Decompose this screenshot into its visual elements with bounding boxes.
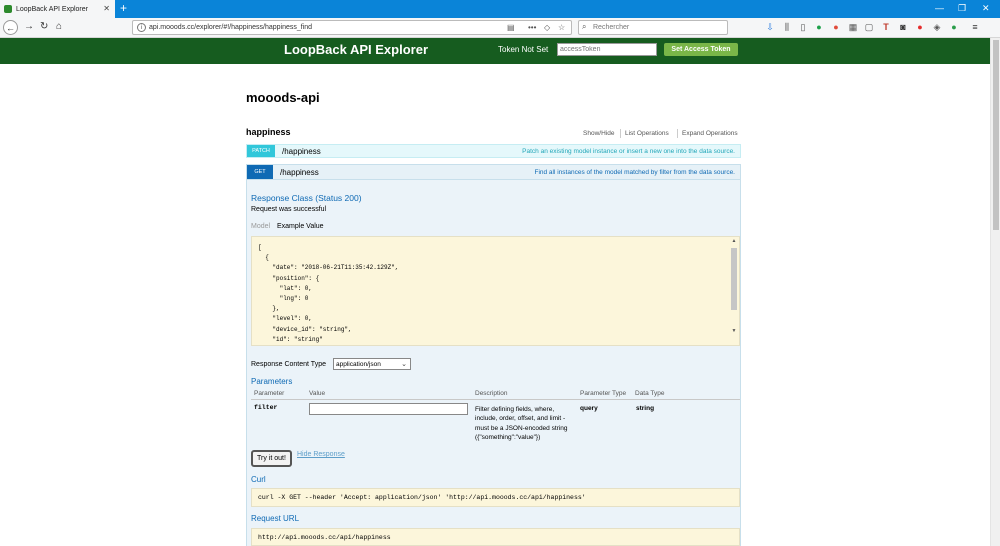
content-type-select[interactable]: application/json ⌄ xyxy=(333,358,411,370)
extension-shield-icon[interactable]: ◈ xyxy=(932,22,942,32)
url-bar[interactable]: i api.mooods.cc/explorer/#!/happiness/ha… xyxy=(132,20,572,35)
menu-icon[interactable]: ≡ xyxy=(970,22,980,32)
param-data-type: string xyxy=(636,405,655,412)
list-operations-link[interactable]: List Operations xyxy=(625,130,669,137)
curl-heading: Curl xyxy=(251,475,266,484)
pocket-icon[interactable]: ◇ xyxy=(544,23,550,32)
show-hide-link[interactable]: Show/Hide xyxy=(583,130,614,137)
scroll-down-icon[interactable]: ▼ xyxy=(730,328,738,334)
code-scrollbar-thumb[interactable] xyxy=(731,248,737,310)
extension-window-icon[interactable]: ▢ xyxy=(864,22,874,32)
param-type: query xyxy=(580,405,598,412)
search-placeholder: Rechercher xyxy=(593,24,630,31)
scroll-up-icon[interactable]: ▲ xyxy=(730,238,738,244)
curl-command: curl -X GET --header 'Accept: applicatio… xyxy=(258,494,586,501)
operation-path: /happiness xyxy=(282,146,321,156)
col-description: Description xyxy=(475,390,508,397)
browser-tab-title: LoopBack API Explorer xyxy=(16,5,88,13)
extension-grid-icon[interactable]: ▦ xyxy=(848,22,858,32)
ops-separator xyxy=(620,129,621,138)
loopback-favicon-icon xyxy=(4,5,12,13)
chevron-down-icon: ⌄ xyxy=(401,361,407,368)
operation-get[interactable]: GET /happiness Find all instances of the… xyxy=(246,164,741,180)
code-scrollbar[interactable]: ▲ ▼ xyxy=(730,238,738,344)
sidebar-icon[interactable]: ▯ xyxy=(798,22,808,32)
reader-view-icon[interactable]: ▤ xyxy=(507,23,515,32)
example-value-box[interactable]: [ { "date": "2018-06-21T11:35:42.129Z", … xyxy=(251,236,740,346)
param-description: Filter defining fields, where, include, … xyxy=(475,406,568,442)
tab-example-value[interactable]: Example Value xyxy=(277,223,324,230)
brand-title[interactable]: LoopBack API Explorer xyxy=(284,42,428,57)
col-value: Value xyxy=(309,390,326,397)
method-badge: GET xyxy=(247,165,273,179)
page-actions-icon[interactable]: ••• xyxy=(528,23,536,32)
method-badge: PATCH xyxy=(247,145,275,157)
ops-separator xyxy=(677,129,678,138)
col-data-type: Data Type xyxy=(635,390,665,397)
extension-red-icon[interactable]: ● xyxy=(831,22,841,32)
api-title: mooods-api xyxy=(246,90,320,105)
forward-icon[interactable]: → xyxy=(24,21,34,32)
operation-description: Patch an existing model instance or inse… xyxy=(522,147,735,155)
example-json: [ { "date": "2018-06-21T11:35:42.129Z", … xyxy=(258,244,399,343)
extension-t-icon[interactable]: T xyxy=(881,22,891,32)
page-scrollbar[interactable] xyxy=(990,38,1000,546)
window-close-icon[interactable]: ✕ xyxy=(982,3,990,14)
new-tab-icon[interactable]: + xyxy=(120,1,127,15)
explorer-header: LoopBack API Explorer Token Not Set Set … xyxy=(0,38,990,64)
extension-camera-icon[interactable]: ◙ xyxy=(898,22,908,32)
hide-response-link[interactable]: Hide Response xyxy=(297,451,345,458)
col-parameter-type: Parameter Type xyxy=(580,390,627,397)
download-icon[interactable]: ⇩ xyxy=(765,22,775,32)
try-it-out-button[interactable]: Try it out! xyxy=(251,450,292,467)
access-token-input[interactable] xyxy=(557,43,657,56)
response-message: Request was successful xyxy=(251,206,327,213)
extension-green-icon[interactable]: ● xyxy=(814,22,824,32)
search-bar[interactable]: ⌕ Rechercher xyxy=(578,20,728,35)
restore-icon[interactable]: ❐ xyxy=(958,3,966,14)
content-type-value: application/json xyxy=(336,360,381,368)
page-scrollbar-thumb[interactable] xyxy=(993,40,999,230)
browser-navbar: ← → ↻ ⌂ i api.mooods.cc/explorer/#!/happ… xyxy=(0,18,1000,38)
request-url-box: http://api.mooods.cc/api/happiness xyxy=(251,528,740,546)
url-text: api.mooods.cc/explorer/#!/happiness/happ… xyxy=(149,24,313,31)
bookmark-star-icon[interactable]: ☆ xyxy=(558,23,565,32)
minimize-icon[interactable]: — xyxy=(935,3,944,13)
param-name: filter xyxy=(254,404,278,411)
home-icon[interactable]: ⌂ xyxy=(56,21,62,32)
request-url-heading: Request URL xyxy=(251,514,300,523)
filter-input[interactable] xyxy=(309,403,468,415)
set-access-token-button[interactable]: Set Access Token xyxy=(664,43,738,56)
resource-name[interactable]: happiness xyxy=(246,127,291,137)
browser-tab[interactable]: LoopBack API Explorer ✕ xyxy=(0,0,115,18)
site-info-icon[interactable]: i xyxy=(137,23,146,32)
operation-patch[interactable]: PATCH /happiness Patch an existing model… xyxy=(246,144,741,158)
token-status: Token Not Set xyxy=(498,45,549,54)
extension-pinterest-icon[interactable]: ● xyxy=(915,22,925,32)
search-icon: ⌕ xyxy=(582,22,587,31)
close-tab-icon[interactable]: ✕ xyxy=(103,4,110,13)
curl-box: curl -X GET --header 'Accept: applicatio… xyxy=(251,488,740,507)
extension-s-icon[interactable]: ● xyxy=(949,22,959,32)
content-type-label: Response Content Type xyxy=(251,361,326,368)
browser-tabbar: LoopBack API Explorer ✕ + — ❐ ✕ xyxy=(0,0,1000,18)
reload-icon[interactable]: ↻ xyxy=(40,21,48,32)
tab-model[interactable]: Model xyxy=(251,223,270,230)
request-url: http://api.mooods.cc/api/happiness xyxy=(258,533,391,541)
operation-description: Find all instances of the model matched … xyxy=(534,168,735,176)
library-icon[interactable]: ⫼ xyxy=(782,22,792,32)
parameters-heading: Parameters xyxy=(251,377,293,386)
table-header-divider xyxy=(251,399,740,400)
back-icon[interactable]: ← xyxy=(3,20,18,35)
col-parameter: Parameter xyxy=(254,390,285,397)
operation-path: /happiness xyxy=(280,167,319,177)
response-class-heading: Response Class (Status 200) xyxy=(251,193,362,203)
expand-operations-link[interactable]: Expand Operations xyxy=(682,130,738,137)
